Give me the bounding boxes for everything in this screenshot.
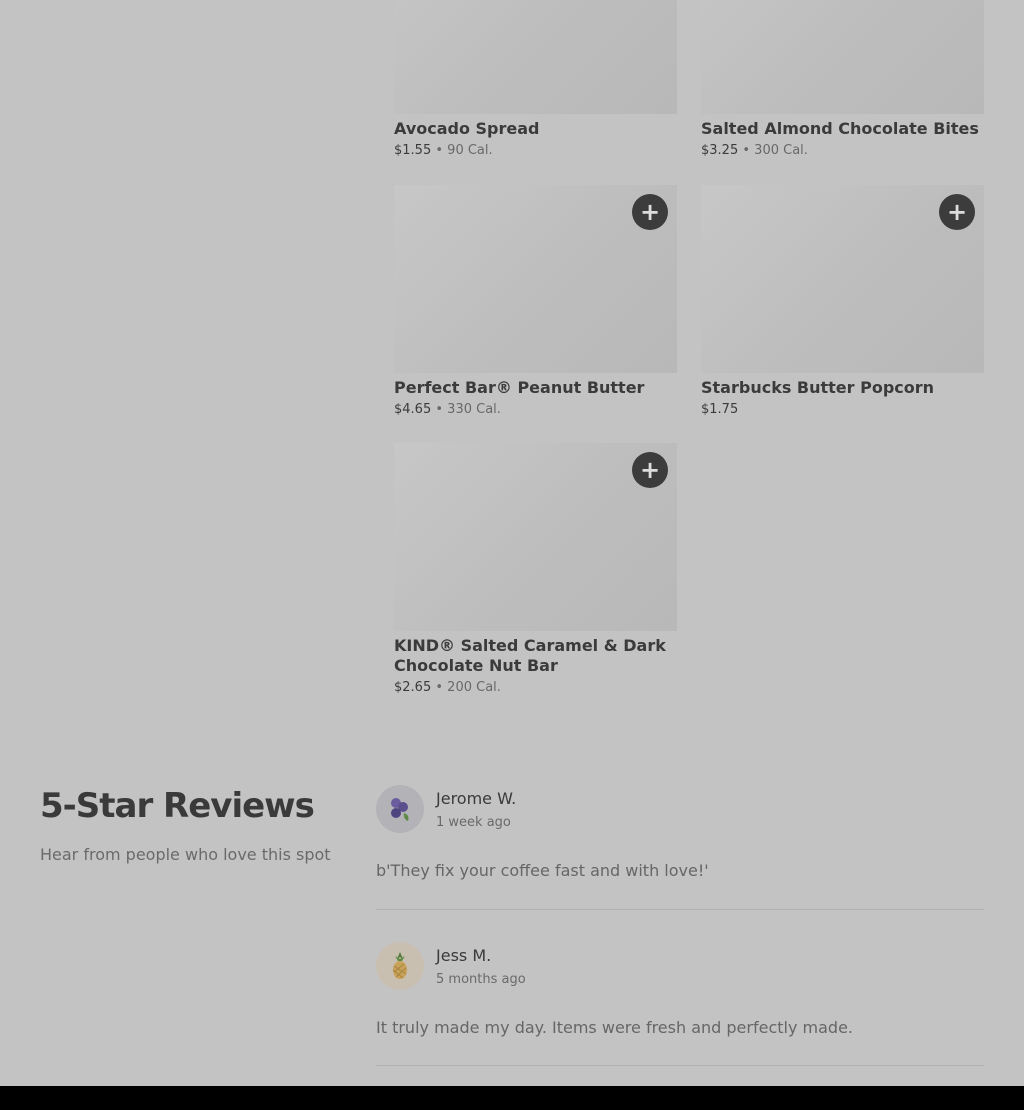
menu-item-card[interactable]: Salted Almond Chocolate Bites $3.25 • 30… <box>701 0 984 160</box>
menu-item-meta: $4.65 • 330 Cal. <box>394 401 677 419</box>
plus-icon: + <box>946 198 968 226</box>
add-item-button[interactable]: + <box>939 194 975 230</box>
menu-item-image <box>394 0 677 114</box>
menu-item-name: Starbucks Butter Popcorn <box>701 378 935 397</box>
menu-item-name: Avocado Spread <box>394 119 540 138</box>
menu-item-price: $3.25 <box>701 143 739 158</box>
menu-item-price: $1.55 <box>394 143 432 158</box>
blueberries-icon <box>376 785 424 833</box>
reviews-subtitle: Hear from people who love this spot <box>40 845 331 864</box>
menu-item-meta: $1.75 <box>701 401 984 419</box>
author-name: Jerome W. <box>436 788 517 808</box>
reviews-header: 5-Star Reviews Hear from people who love… <box>40 783 340 864</box>
meta-separator: • <box>435 402 444 417</box>
menu-item-card[interactable]: + KIND® Salted Caramel & Dark Chocolate … <box>394 443 677 697</box>
meta-separator: • <box>742 143 751 158</box>
menu-item-card[interactable]: Avocado Spread $1.55 • 90 Cal. <box>394 0 677 160</box>
plus-icon: + <box>639 198 661 226</box>
review-card: Jess M. 5 months ago It truly made my da… <box>376 942 984 1037</box>
reviews-title: 5-Star Reviews <box>40 786 315 826</box>
plus-icon: + <box>639 456 661 484</box>
menu-item-meta: $2.65 • 200 Cal. <box>394 679 677 697</box>
menu-item-price: $2.65 <box>394 680 432 695</box>
menu-item-price: $4.65 <box>394 402 432 417</box>
menu-item-image: + <box>394 443 677 631</box>
menu-item-meta: $3.25 • 300 Cal. <box>701 142 984 160</box>
review-divider <box>376 1065 984 1066</box>
menu-item-calories: 200 Cal. <box>447 680 501 695</box>
pineapple-icon <box>376 942 424 990</box>
review-divider <box>376 909 984 910</box>
menu-item-image: + <box>701 185 984 373</box>
menu-item-calories: 330 Cal. <box>447 402 501 417</box>
footer-bar <box>0 1086 1024 1110</box>
author-info: Jerome W. 1 week ago <box>436 789 516 830</box>
menu-item-name: KIND® Salted Caramel & Dark Chocolate Nu… <box>394 636 666 675</box>
review-author: Jerome W. 1 week ago <box>376 785 984 833</box>
review-text: b'They fix your coffee fast and with lov… <box>376 861 709 880</box>
menu-item-card[interactable]: + Perfect Bar® Peanut Butter $4.65 • 330… <box>394 185 677 419</box>
menu-item-name: Perfect Bar® Peanut Butter <box>394 378 645 397</box>
review-author: Jess M. 5 months ago <box>376 942 984 990</box>
add-item-button[interactable]: + <box>632 452 668 488</box>
author-info: Jess M. 5 months ago <box>436 946 526 987</box>
author-name: Jess M. <box>436 945 492 965</box>
review-date: 5 months ago <box>436 971 526 987</box>
meta-separator: • <box>435 143 444 158</box>
review-card: Jerome W. 1 week ago b'They fix your cof… <box>376 785 984 880</box>
menu-item-image <box>701 0 984 114</box>
menu-item-meta: $1.55 • 90 Cal. <box>394 142 677 160</box>
add-item-button[interactable]: + <box>632 194 668 230</box>
menu-item-name: Salted Almond Chocolate Bites <box>701 119 979 138</box>
menu-item-calories: 90 Cal. <box>447 143 493 158</box>
menu-item-image: + <box>394 185 677 373</box>
menu-item-calories: 300 Cal. <box>754 143 808 158</box>
menu-item-price: $1.75 <box>701 402 739 417</box>
review-date: 1 week ago <box>436 814 511 830</box>
menu-item-card[interactable]: + Starbucks Butter Popcorn $1.75 <box>701 185 984 419</box>
review-text: It truly made my day. Items were fresh a… <box>376 1018 853 1037</box>
meta-separator: • <box>435 680 444 695</box>
